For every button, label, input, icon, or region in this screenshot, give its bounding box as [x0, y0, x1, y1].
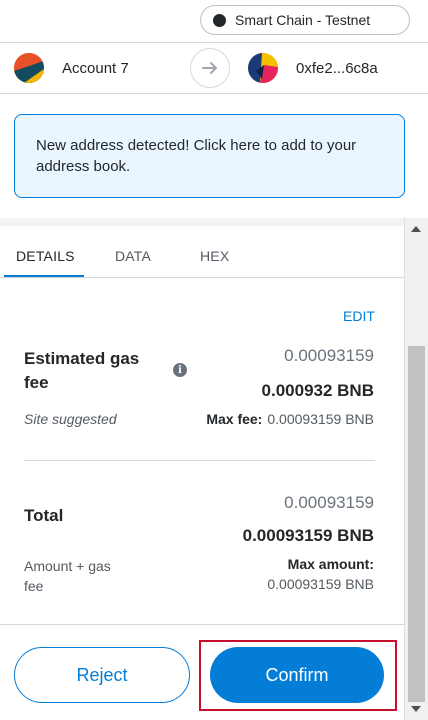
- tab-data[interactable]: DATA: [115, 248, 151, 264]
- arrow-right-icon: [190, 48, 230, 88]
- max-amount-value: 0.00093159 BNB: [267, 576, 374, 592]
- total-secondary: 0.00093159 BNB: [242, 526, 374, 545]
- new-address-notice-text: New address detected! Click here to add …: [36, 137, 357, 175]
- scrollbar[interactable]: [404, 218, 428, 720]
- gas-fee-primary: 0.00093159: [284, 346, 374, 365]
- recipient-address: 0xfe2...6c8a: [296, 59, 378, 77]
- scroll-up-arrow-icon[interactable]: [411, 226, 421, 232]
- gas-fee-secondary: 0.000932 BNB: [261, 381, 374, 400]
- tab-bar: DETAILS DATA HEX: [0, 234, 404, 278]
- max-fee-label: Max fee:: [206, 411, 263, 427]
- reject-button[interactable]: Reject: [14, 647, 190, 703]
- estimated-gas-fee-label: Estimated gas fee: [24, 349, 140, 392]
- network-selector[interactable]: Smart Chain - Testnet: [200, 5, 410, 35]
- sender-account-name: Account 7: [62, 59, 129, 77]
- footer-actions: Reject Confirm: [0, 624, 404, 720]
- recipient-account[interactable]: 0xfe2...6c8a: [248, 53, 378, 83]
- sender-account[interactable]: Account 7: [14, 53, 129, 83]
- transaction-details-panel: DETAILS DATA HEX EDIT Estimated gas fee …: [0, 226, 404, 624]
- total-subtitle: Amount + gas fee: [24, 558, 111, 594]
- max-fee-value: 0.00093159 BNB: [267, 411, 374, 427]
- tab-details[interactable]: DETAILS: [16, 248, 75, 264]
- sender-avatar: [14, 53, 44, 83]
- tab-hex[interactable]: HEX: [200, 248, 229, 264]
- max-fee: Max fee: 0.00093159 BNB: [206, 411, 374, 427]
- max-amount-label: Max amount:: [287, 556, 374, 572]
- sender-recipient-row: Account 7 0xfe2...6c8a: [0, 42, 428, 94]
- info-icon[interactable]: i: [173, 363, 187, 377]
- network-name: Smart Chain - Testnet: [235, 12, 371, 28]
- gas-fee-subtitle: Site suggested: [24, 411, 117, 427]
- network-status-dot-icon: [213, 13, 226, 27]
- scroll-down-arrow-icon[interactable]: [411, 706, 421, 712]
- active-tab-indicator: [4, 275, 84, 277]
- section-separator: [0, 218, 428, 226]
- confirm-button[interactable]: Confirm: [210, 647, 384, 703]
- total-primary: 0.00093159: [284, 493, 374, 512]
- scrollbar-thumb[interactable]: [408, 346, 425, 702]
- new-address-notice[interactable]: New address detected! Click here to add …: [14, 114, 405, 198]
- edit-gas-link[interactable]: EDIT: [343, 308, 375, 324]
- total-label: Total: [24, 506, 64, 525]
- details-divider: [24, 460, 375, 461]
- recipient-avatar: [248, 53, 278, 83]
